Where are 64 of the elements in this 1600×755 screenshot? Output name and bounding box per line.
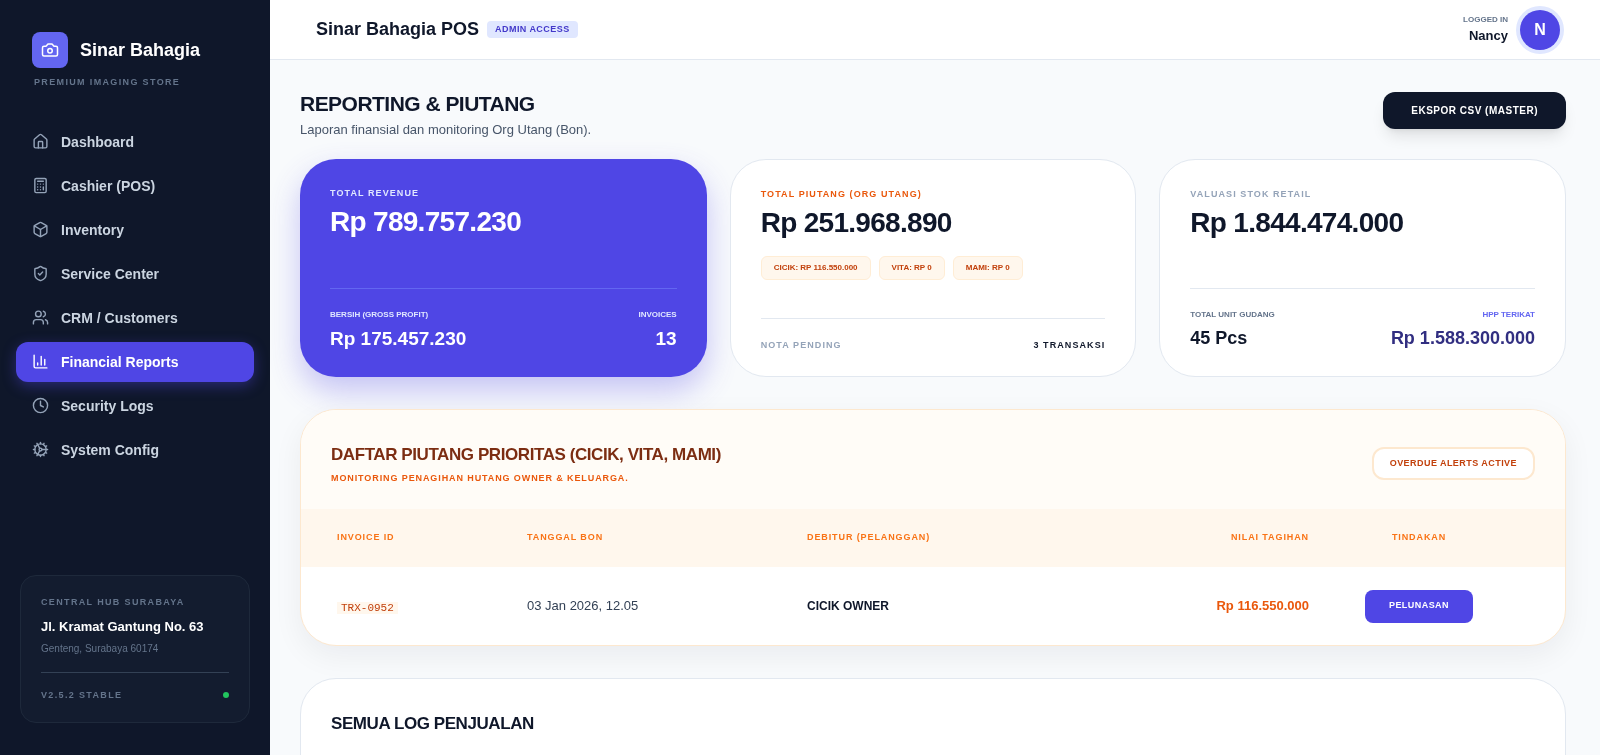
shield-icon bbox=[32, 265, 49, 282]
pending-label: NOTA PENDING bbox=[760, 338, 842, 352]
pending-count: 3 TRANSAKSI bbox=[1033, 338, 1106, 352]
piutang-value: Rp 251.968.890 bbox=[760, 205, 953, 240]
column-header: TANGGAL BON bbox=[527, 531, 605, 545]
user-label: LOGGED IN bbox=[1463, 13, 1508, 26]
access-badge: ADMIN ACCESS bbox=[487, 20, 578, 39]
page-title: REPORTING & PIUTANG bbox=[300, 91, 536, 117]
brand-tagline: PREMIUM IMAGING STORE bbox=[33, 76, 182, 89]
branch-title: CENTRAL HUB SURABAYA bbox=[41, 595, 186, 609]
card-label: TOTAL PIUTANG (ORG UTANG) bbox=[760, 188, 923, 201]
overdue-badge: OVERDUE ALERTS ACTIVE bbox=[1371, 446, 1535, 481]
settle-button[interactable]: PELUNASAN bbox=[1364, 589, 1474, 623]
branch-city: Genteng, Surabaya 60174 bbox=[41, 641, 160, 656]
debtor-cell-text: CICIK OWNER bbox=[807, 598, 890, 615]
panel-title: DAFTAR PIUTANG PRIORITAS (CICIK, VITA, MAMI) bbox=[331, 444, 721, 466]
panel-subtitle: MONITORING PENAGIHAN HUTANG OWNER & KELUARGA. bbox=[331, 471, 630, 485]
units-label: TOTAL UNIT GUDANG bbox=[1190, 309, 1275, 321]
page-subtitle: Laporan finansial dan monitoring Org Utang (Bon). bbox=[300, 120, 592, 139]
stock-value: Rp 1.844.474.000 bbox=[1190, 205, 1405, 240]
card-label: VALUASI STOK RETAIL bbox=[1190, 188, 1313, 201]
column-header: NILAI TAGIHAN bbox=[1229, 531, 1309, 545]
home-icon bbox=[32, 133, 49, 150]
camera-logo-icon bbox=[32, 32, 68, 68]
bar-chart-icon bbox=[32, 353, 49, 370]
nav-item[interactable]: Security Logs bbox=[16, 385, 254, 426]
nav-item[interactable]: Dashboard bbox=[16, 121, 254, 162]
user-name: Nancy bbox=[1468, 26, 1508, 45]
nav-item[interactable]: CRM / Customers bbox=[16, 297, 254, 338]
profit-label: BERSIH (GROSS PROFIT) bbox=[330, 308, 430, 321]
invoice-id: TRX-0952 bbox=[337, 602, 398, 614]
hpp-value: Rp 1.588.300.000 bbox=[1390, 327, 1535, 350]
invoices-count: 13 bbox=[655, 326, 677, 351]
date-cell-text: 03 Jan 2026, 12.05 bbox=[527, 597, 640, 616]
column-header: DEBITUR (PELANGGAN) bbox=[807, 531, 932, 545]
brand-name: Sinar Bahagia bbox=[80, 39, 201, 62]
column-header: INVOICE ID bbox=[337, 531, 396, 545]
debtor-chip: MAMI: RP 0 bbox=[952, 255, 1023, 280]
debtor-chip: CICIK: RP 116.550.000 bbox=[760, 255, 871, 280]
hpp-label: HPP TERIKAT bbox=[1482, 309, 1535, 321]
branch-address: Jl. Kramat Gantung No. 63 bbox=[41, 618, 205, 636]
version-label: V2.5.2 STABLE bbox=[41, 688, 123, 702]
panel-title: SEMUA LOG PENJUALAN bbox=[331, 714, 534, 733]
units-value: 45 Pcs bbox=[1190, 327, 1249, 350]
user-avatar[interactable]: N bbox=[1520, 9, 1560, 50]
gear-icon bbox=[32, 441, 49, 458]
app-title: Sinar Bahagia POS bbox=[316, 18, 480, 41]
nav-item[interactable]: Financial Reports bbox=[16, 341, 254, 382]
export-button[interactable]: EKSPOR CSV (MASTER) bbox=[1383, 92, 1566, 129]
revenue-value: Rp 789.757.230 bbox=[330, 204, 522, 239]
profit-value: Rp 175.457.230 bbox=[330, 326, 467, 351]
box-icon bbox=[32, 221, 49, 238]
nav-item[interactable]: Cashier (POS) bbox=[16, 165, 254, 206]
card-label: TOTAL REVENUE bbox=[330, 187, 421, 200]
clock-icon bbox=[32, 397, 49, 414]
invoices-label: INVOICES bbox=[638, 308, 677, 321]
column-header: TINDAKAN bbox=[1390, 531, 1448, 545]
nav-item[interactable]: Inventory bbox=[16, 209, 254, 250]
calculator-icon bbox=[32, 177, 49, 194]
nav-item[interactable]: Service Center bbox=[16, 253, 254, 294]
nav-item[interactable]: System Config bbox=[16, 429, 254, 470]
debtor-chip: VITA: RP 0 bbox=[878, 255, 945, 280]
amount-cell-text: Rp 116.550.000 bbox=[1215, 597, 1309, 616]
users-icon bbox=[32, 309, 49, 326]
